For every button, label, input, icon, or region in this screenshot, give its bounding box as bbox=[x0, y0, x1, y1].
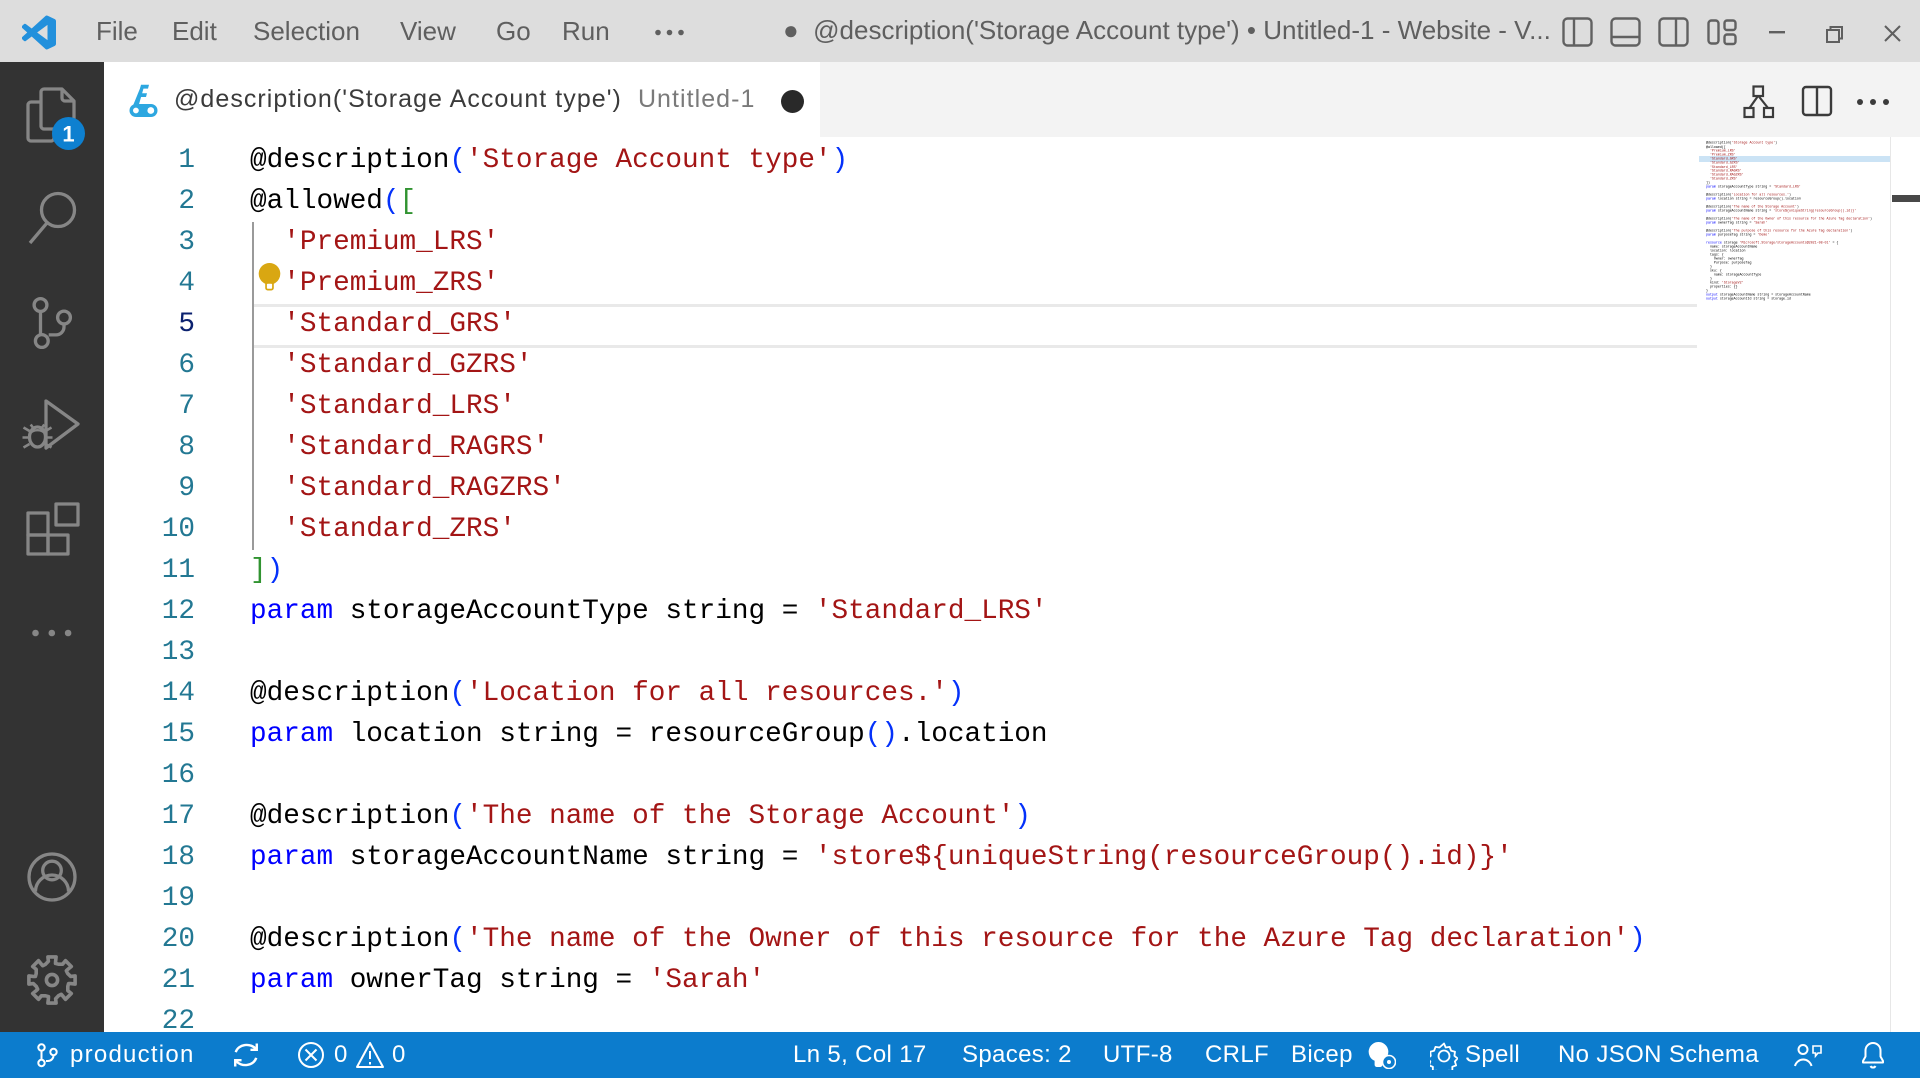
svg-text:1: 1 bbox=[62, 122, 74, 147]
